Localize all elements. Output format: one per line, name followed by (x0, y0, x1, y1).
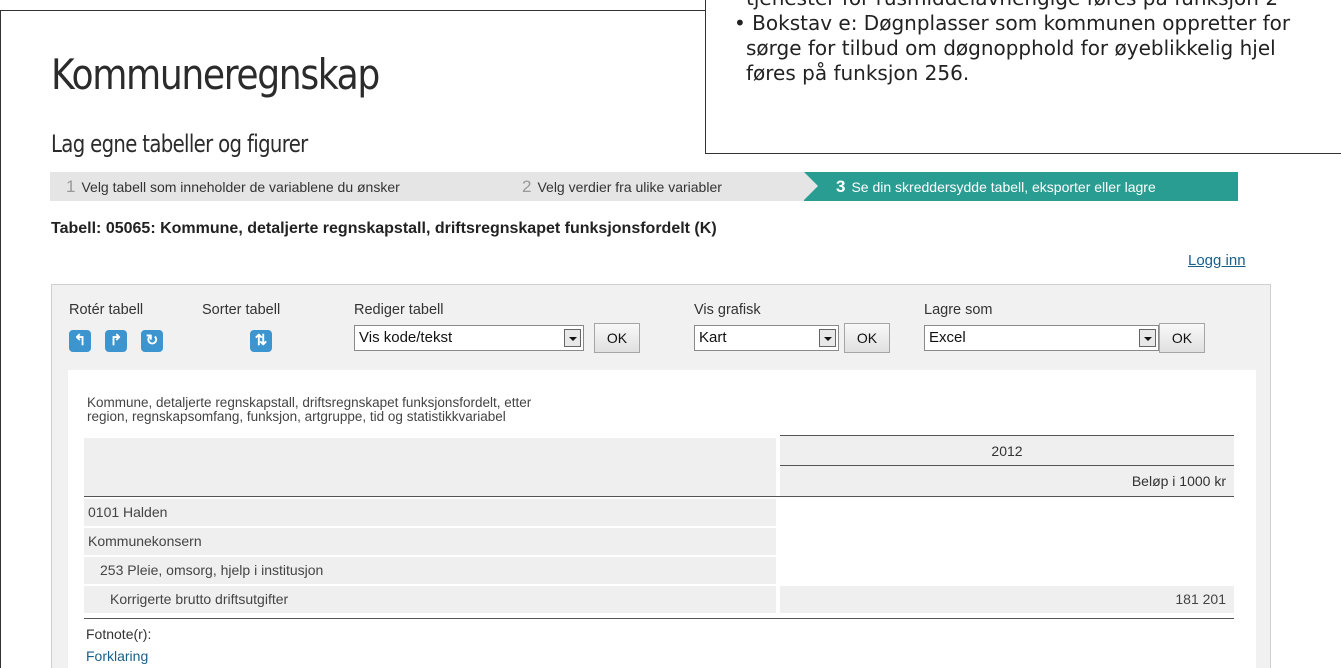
note-line: tjenester for rusmiddelavhengige føres p… (734, 0, 1341, 11)
step-2[interactable]: 2 Velg verdier fra ulike variabler (482, 172, 804, 201)
table-cell-value: 181 201 (780, 586, 1234, 613)
chevron-down-icon (819, 329, 836, 347)
step-number: 2 (522, 177, 532, 196)
step-1[interactable]: 1 Velg tabell som inneholder de variablen… (50, 172, 482, 201)
rotate-label: Rotér tabell (69, 302, 144, 318)
divider (84, 618, 1234, 619)
chevron-down-icon (1139, 329, 1156, 347)
step-label: Velg verdier fra ulike variabler (537, 179, 722, 195)
page-subtitle: Lag egne tabeller og figurer (51, 130, 308, 158)
wizard-steps: 1 Velg tabell som inneholder de variablen… (50, 172, 1238, 201)
step-separator (482, 172, 496, 200)
table-row: Korrigerte brutto driftsutgifter (84, 586, 776, 613)
graph-ok-button[interactable]: OK (844, 323, 890, 353)
table-title: Tabell: 05065: Kommune, detaljerte regns… (51, 220, 717, 237)
sort-icon[interactable]: ⇅ (250, 330, 272, 352)
graph-label: Vis grafisk (694, 302, 761, 318)
select-value: Vis kode/tekst (359, 329, 453, 346)
step-number: 3 (836, 177, 846, 196)
note-panel: tjenester for rusmiddelavhengige føres p… (705, 0, 1341, 154)
footnote-label: Fotnote(r): (86, 626, 152, 642)
result-table: Kommune, detaljerte regnskapstall, drift… (68, 370, 1256, 668)
note-line: føres på funksjon 256. (746, 61, 970, 85)
caption-line: region, regnskapsomfang, funksjon, artgr… (87, 409, 506, 424)
table-tools-panel: Rotér tabell Sorter tabell Rediger tabel… (51, 284, 1271, 668)
step-label: Se din skreddersydde tabell, eksporter e… (851, 179, 1156, 195)
save-as-select[interactable]: Excel (924, 325, 1159, 351)
table-row: 0101 Halden (84, 499, 776, 526)
edit-ok-button[interactable]: OK (594, 323, 640, 353)
select-value: Kart (699, 329, 727, 346)
rotate-left-icon[interactable]: ↰ (69, 330, 91, 352)
login-link[interactable]: Logg inn (1188, 252, 1246, 269)
bullet: • (734, 11, 746, 35)
save-label: Lagre som (924, 302, 993, 318)
table-caption: Kommune, detaljerte regnskapstall, drift… (87, 396, 707, 424)
caption-line: Kommune, detaljerte regnskapstall, drift… (87, 395, 532, 410)
edit-label: Rediger tabell (354, 302, 444, 318)
table-row: Kommunekonsern (84, 528, 776, 555)
graph-select[interactable]: Kart (694, 325, 839, 351)
unit-header: Beløp i 1000 kr (780, 465, 1234, 496)
year-header: 2012 (780, 435, 1234, 465)
save-ok-button[interactable]: OK (1159, 323, 1205, 353)
chevron-down-icon (564, 329, 581, 347)
step-separator (804, 172, 818, 200)
page-title: Kommuneregnskap (51, 50, 380, 99)
note-text: Bokstav e: Døgnplasser som kommunen oppr… (752, 11, 1291, 35)
table-row: 253 Pleie, omsorg, hjelp i institusjon (84, 557, 776, 584)
edit-table-select[interactable]: Vis kode/tekst (354, 325, 584, 351)
note-line: • Bokstav e: Døgnplasser som kommunen op… (734, 11, 1341, 36)
step-label: Velg tabell som inneholder de variablene… (81, 179, 400, 195)
row-header-cell (84, 438, 776, 496)
explanation-link[interactable]: Forklaring (86, 648, 148, 664)
rotate-right-icon[interactable]: ↱ (105, 330, 127, 352)
note-line: sørge for tilbud om døgnopphold for øyeb… (746, 36, 1276, 60)
divider (84, 496, 1234, 497)
step-3-active[interactable]: 3 Se din skreddersydde tabell, eksporter … (804, 172, 1238, 201)
rotate-cycle-icon[interactable]: ↻ (141, 330, 163, 352)
sort-label: Sorter tabell (202, 302, 281, 318)
select-value: Excel (929, 329, 966, 346)
step-number: 1 (66, 177, 76, 196)
